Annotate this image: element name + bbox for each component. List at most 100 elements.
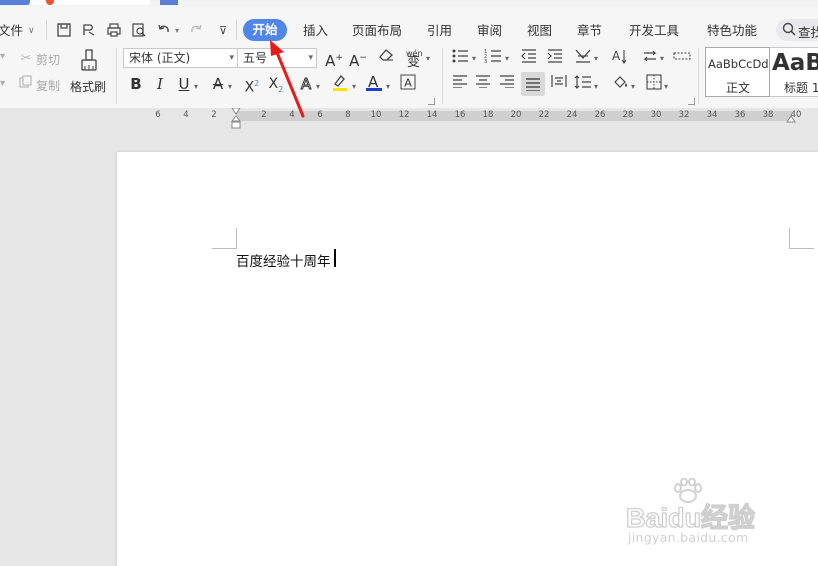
align-right-icon[interactable] xyxy=(497,74,517,94)
divider xyxy=(442,48,443,104)
ruler-tick-label: 22 xyxy=(538,110,550,120)
tab-page-layout[interactable]: 页面布局 xyxy=(352,23,402,39)
style-normal-sample: AaBbCcDd xyxy=(708,57,769,71)
chevron-down-icon[interactable]: ▾ xyxy=(426,54,430,63)
tab-developer-tools[interactable]: 开发工具 xyxy=(629,23,679,39)
red-arrow-annotation xyxy=(270,40,305,118)
bullet-list-icon[interactable] xyxy=(450,48,470,68)
tab-view[interactable]: 视图 xyxy=(527,23,552,39)
chevron-down-icon[interactable]: ▾ xyxy=(386,82,390,91)
format-painter-label[interactable]: 格式刷 xyxy=(70,78,106,95)
divider xyxy=(46,20,47,40)
chevron-down-icon: ▾ xyxy=(229,53,234,63)
strikethrough-icon[interactable]: A xyxy=(208,74,228,94)
tab-references[interactable]: 引用 xyxy=(427,23,452,39)
save-icon[interactable] xyxy=(55,22,73,40)
ruler-tick-label: 28 xyxy=(622,110,634,120)
increase-indent-icon[interactable] xyxy=(545,48,565,68)
tab-special-features[interactable]: 特色功能 xyxy=(707,23,757,39)
show-hide-marks-icon[interactable] xyxy=(640,48,660,68)
ruler-tick-label: 6 xyxy=(155,110,161,120)
copy-label[interactable]: 复制 xyxy=(36,77,60,94)
style-heading-label: 标题 1 xyxy=(784,81,818,95)
chevron-down-icon[interactable]: ▾ xyxy=(664,82,668,91)
paste-chevron-icon[interactable]: ▾ xyxy=(0,78,5,89)
search-label: 查找 xyxy=(798,25,818,40)
style-heading-sample: AaB xyxy=(772,50,818,76)
grow-font-icon[interactable]: A+ xyxy=(324,48,344,70)
watermark-url: jingyan.baidu.com xyxy=(628,530,749,545)
clear-format-icon[interactable] xyxy=(376,48,396,68)
text-cursor xyxy=(334,249,336,267)
window-tab-active[interactable] xyxy=(160,0,178,5)
font-color-icon[interactable]: A xyxy=(364,72,384,92)
file-menu-chevron-icon[interactable]: ∨ xyxy=(28,23,35,39)
cut-icon[interactable]: ✂ xyxy=(16,49,36,69)
highlight-color-icon[interactable] xyxy=(330,72,350,92)
export-pdf-icon[interactable] xyxy=(80,22,98,40)
document-text[interactable]: 百度经验十周年 xyxy=(236,250,331,270)
print-preview-icon[interactable] xyxy=(130,22,148,40)
shading-icon[interactable] xyxy=(611,74,631,94)
undo-chevron-icon[interactable]: ▾ xyxy=(175,23,179,39)
ruler-tick-label: 4 xyxy=(183,110,189,120)
svg-text:3: 3 xyxy=(484,59,487,64)
cut-label[interactable]: 剪切 xyxy=(36,51,60,68)
right-indent-marker-icon[interactable] xyxy=(786,112,796,123)
ruler-tick-label: 8 xyxy=(345,110,351,120)
chevron-down-icon[interactable]: ▾ xyxy=(660,54,664,63)
font-dialog-launcher-icon[interactable] xyxy=(428,98,435,105)
underline-icon[interactable]: U xyxy=(174,74,194,94)
indent-marker-icon[interactable] xyxy=(230,107,242,130)
justify-icon[interactable] xyxy=(521,72,545,96)
paste-chevron-icon[interactable]: ▾ xyxy=(0,51,5,62)
numbered-list-icon[interactable]: 123 xyxy=(483,48,503,68)
chevron-down-icon[interactable]: ▾ xyxy=(472,54,476,63)
svg-text:A: A xyxy=(404,77,412,90)
page-corner-marker xyxy=(212,228,237,249)
ruler-tick-label: 32 xyxy=(678,110,690,120)
bold-icon[interactable]: B xyxy=(126,74,146,94)
chevron-down-icon[interactable]: ▾ xyxy=(594,54,598,63)
format-painter-icon[interactable] xyxy=(78,48,100,74)
chevron-down-icon[interactable]: ▾ xyxy=(228,82,232,91)
chevron-down-icon[interactable]: ▾ xyxy=(594,82,598,91)
table-tools-icon[interactable] xyxy=(672,48,692,68)
print-icon[interactable] xyxy=(105,22,123,40)
character-border-icon[interactable]: A xyxy=(398,74,418,94)
tab-review[interactable]: 审阅 xyxy=(477,23,502,39)
style-heading-1[interactable]: AaB 标题 1 xyxy=(770,47,818,97)
distributed-align-icon[interactable] xyxy=(549,74,569,94)
file-menu[interactable]: 文件 xyxy=(0,23,23,39)
decrease-indent-icon[interactable] xyxy=(519,48,539,68)
phonetic-guide-icon[interactable]: wén 变 xyxy=(404,48,424,70)
search-box[interactable]: 查找 xyxy=(776,19,818,41)
paragraph-dialog-launcher-icon[interactable] xyxy=(688,98,695,105)
borders-icon[interactable] xyxy=(644,74,664,94)
chevron-down-icon[interactable]: ▾ xyxy=(505,54,509,63)
font-family-value: 宋体 (正文) xyxy=(129,51,191,65)
undo-icon[interactable] xyxy=(155,22,173,40)
align-center-icon[interactable] xyxy=(473,74,493,94)
sort-icon[interactable]: A xyxy=(609,48,629,68)
customize-toolbar-icon[interactable]: ⊽ xyxy=(214,22,232,40)
style-normal[interactable]: AaBbCcDd 正文 xyxy=(705,47,770,97)
chevron-down-icon[interactable]: ▾ xyxy=(352,82,356,91)
ruler-tick-label: 36 xyxy=(734,110,746,120)
shrink-font-icon[interactable]: A− xyxy=(348,48,368,70)
ruler-tick-label: 6 xyxy=(317,110,323,120)
chinese-layout-icon[interactable] xyxy=(573,48,593,68)
line-spacing-icon[interactable] xyxy=(573,74,593,94)
chevron-down-icon[interactable]: ▾ xyxy=(316,82,320,91)
chevron-down-icon[interactable]: ▾ xyxy=(631,82,635,91)
italic-icon[interactable]: I xyxy=(150,74,170,94)
window-tab-home[interactable] xyxy=(0,0,30,5)
chevron-down-icon[interactable]: ▾ xyxy=(194,82,198,91)
style-normal-label: 正文 xyxy=(726,81,751,95)
redo-icon[interactable] xyxy=(187,22,205,40)
ruler-tick-label: 26 xyxy=(594,110,606,120)
align-left-icon[interactable] xyxy=(450,74,470,94)
copy-icon[interactable] xyxy=(16,75,36,95)
font-family-select[interactable]: 宋体 (正文) ▾ xyxy=(123,48,238,68)
tab-chapter[interactable]: 章节 xyxy=(577,23,602,39)
